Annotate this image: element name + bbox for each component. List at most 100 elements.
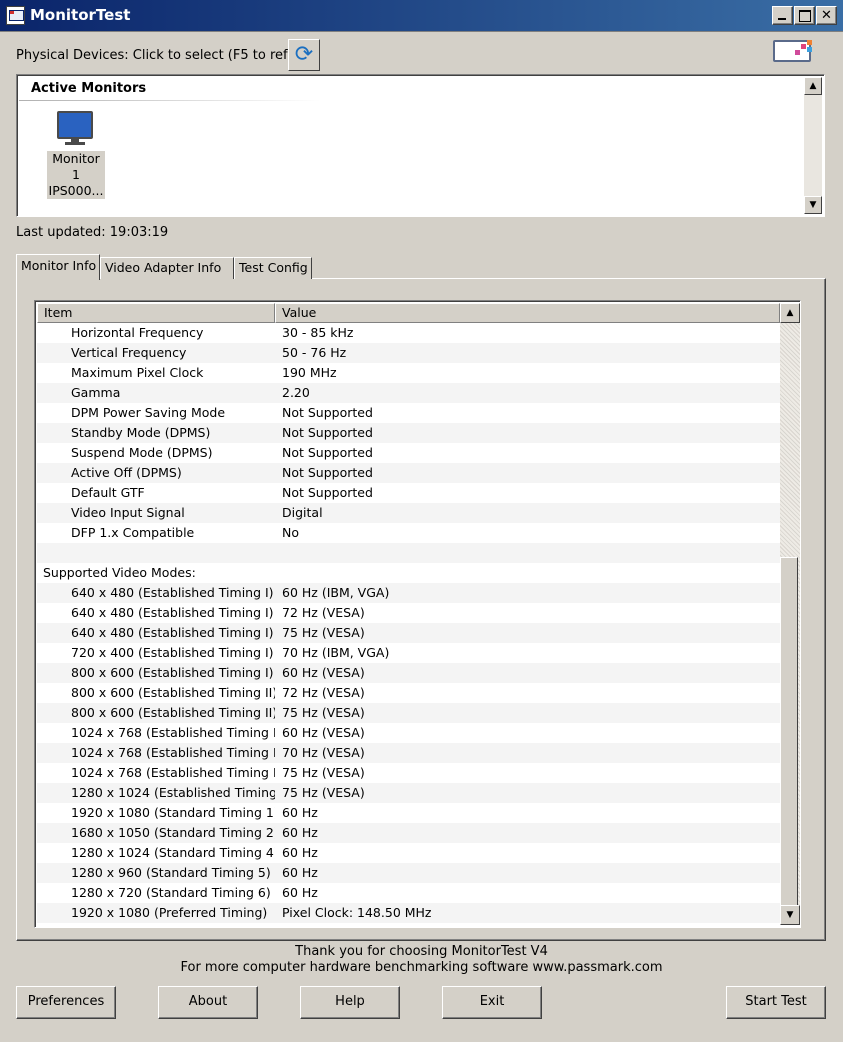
row-item-cell: 1680 x 1050 (Standard Timing 2)	[71, 825, 275, 840]
table-row[interactable]: DFP 1.x Compatible No	[37, 523, 780, 543]
exit-button[interactable]: Exit	[442, 986, 542, 1019]
table-row[interactable]: Standby Mode (DPMS) Not Supported	[37, 423, 780, 443]
row-value-cell: 2.20	[282, 385, 310, 400]
row-item-cell: 1024 x 768 (Established Timing II)	[71, 745, 275, 760]
tab-test-config[interactable]: Test Config	[234, 257, 312, 279]
row-value-cell: Pixel Clock: 148.50 MHz	[282, 905, 432, 920]
table-row[interactable]: 1280 x 720 (Standard Timing 6) 60 Hz	[37, 883, 780, 903]
row-item-cell: 1024 x 768 (Established Timing II)	[71, 765, 275, 780]
scrollbar-thumb[interactable]	[780, 557, 798, 909]
row-value-cell: 60 Hz (IBM, VGA)	[282, 585, 390, 600]
row-value-cell: 60 Hz	[282, 805, 318, 820]
row-item-cell: 1280 x 960 (Standard Timing 5)	[71, 865, 271, 880]
column-header-value[interactable]: Value	[275, 303, 780, 323]
row-item-cell: Gamma	[71, 385, 121, 400]
table-row[interactable]: Supported Video Modes:	[37, 563, 780, 583]
row-value-cell: 75 Hz (VESA)	[282, 625, 365, 640]
preferences-button[interactable]: Preferences	[16, 986, 116, 1019]
table-row[interactable]: Gamma 2.20	[37, 383, 780, 403]
tab-video-adapter-info[interactable]: Video Adapter Info	[100, 257, 234, 279]
table-row[interactable]: Maximum Pixel Clock 190 MHz	[37, 363, 780, 383]
row-value-cell: Not Supported	[282, 465, 373, 480]
row-value-cell: 50 - 76 Hz	[282, 345, 347, 360]
table-row[interactable]: 1024 x 768 (Established Timing II) 75 Hz …	[37, 763, 780, 783]
scroll-up-arrow-icon[interactable]: ▲	[780, 303, 800, 323]
row-item-cell: 800 x 600 (Established Timing I)	[71, 665, 274, 680]
table-row[interactable]: 640 x 480 (Established Timing I) 75 Hz (V…	[37, 623, 780, 643]
row-item-cell: DPM Power Saving Mode	[71, 405, 226, 420]
table-row[interactable]: Video Input Signal Digital	[37, 503, 780, 523]
app-icon	[6, 6, 25, 25]
about-button[interactable]: About	[158, 986, 258, 1019]
scroll-down-arrow-icon[interactable]: ▼	[780, 905, 800, 925]
row-value-cell: Not Supported	[282, 485, 373, 500]
row-value-cell: Not Supported	[282, 425, 373, 440]
table-row[interactable]: 1920 x 1080 (Standard Timing 1) 60 Hz	[37, 803, 780, 823]
table-row[interactable]: 720 x 400 (Established Timing I) 70 Hz (I…	[37, 643, 780, 663]
table-row[interactable]: 640 x 480 (Established Timing I) 60 Hz (I…	[37, 583, 780, 603]
monitor-info-table: Item Value Horizontal Frequency 30 - 85 k…	[34, 300, 801, 928]
table-row[interactable]: DPM Power Saving Mode Not Supported	[37, 403, 780, 423]
help-button[interactable]: Help	[300, 986, 400, 1019]
table-row[interactable]: Suspend Mode (DPMS) Not Supported	[37, 443, 780, 463]
monitors-scrollbar[interactable]: ▲ ▼	[804, 77, 822, 214]
maximize-button[interactable]	[794, 6, 815, 25]
refresh-icon: ⟳	[294, 42, 314, 67]
monitor-model: IPS000...	[48, 183, 104, 198]
minimize-button[interactable]	[772, 6, 793, 25]
title-bar[interactable]: MonitorTest	[0, 0, 843, 32]
column-header-item[interactable]: Item	[37, 303, 275, 323]
table-row[interactable]: 1280 x 960 (Standard Timing 5) 60 Hz	[37, 863, 780, 883]
table-row[interactable]	[37, 543, 780, 563]
monitor-item-1[interactable]: Monitor 1 IPS000...	[47, 109, 105, 199]
row-value-cell: 30 - 85 kHz	[282, 325, 354, 340]
table-row[interactable]: 800 x 600 (Established Timing II) 72 Hz (…	[37, 683, 780, 703]
table-row[interactable]: Vertical Frequency 50 - 76 Hz	[37, 343, 780, 363]
table-row[interactable]: 1024 x 768 (Established Timing II) 70 Hz …	[37, 743, 780, 763]
row-item-cell: Supported Video Modes:	[43, 565, 196, 580]
monitor-icon	[57, 111, 93, 139]
scroll-up-arrow-icon[interactable]: ▲	[804, 77, 822, 95]
row-item-cell: 1280 x 1024 (Established Timing II)	[71, 785, 275, 800]
row-item-cell: 720 x 400 (Established Timing I)	[71, 645, 274, 660]
table-row[interactable]: Default GTF Not Supported	[37, 483, 780, 503]
table-scrollbar[interactable]: ▲ ▼	[780, 303, 800, 925]
active-monitors-header: Active Monitors	[19, 77, 319, 101]
row-item-cell: Default GTF	[71, 485, 145, 500]
close-button[interactable]	[816, 6, 837, 25]
row-value-cell: Digital	[282, 505, 323, 520]
row-item-cell: 640 x 480 (Established Timing I)	[71, 625, 274, 640]
start-test-button[interactable]: Start Test	[726, 986, 826, 1019]
table-row[interactable]: 800 x 600 (Established Timing II) 75 Hz (…	[37, 703, 780, 723]
row-item-cell: 800 x 600 (Established Timing II)	[71, 685, 275, 700]
table-row[interactable]: 1680 x 1050 (Standard Timing 2) 60 Hz	[37, 823, 780, 843]
table-row[interactable]: 640 x 480 (Established Timing I) 72 Hz (V…	[37, 603, 780, 623]
row-item-cell: 640 x 480 (Established Timing I)	[71, 585, 274, 600]
table-row[interactable]: 1024 x 768 (Established Timing II) 60 Hz …	[37, 723, 780, 743]
row-value-cell: 70 Hz (VESA)	[282, 745, 365, 760]
row-item-cell: 800 x 600 (Established Timing II)	[71, 705, 275, 720]
last-updated-text: Last updated: 19:03:19	[16, 225, 169, 240]
row-item-cell: Horizontal Frequency	[71, 325, 204, 340]
table-row[interactable]: 1920 x 1080 (Preferred Timing) Pixel Cloc…	[37, 903, 780, 923]
row-item-cell: Video Input Signal	[71, 505, 185, 520]
refresh-button[interactable]: ⟳	[288, 39, 320, 71]
scroll-down-arrow-icon[interactable]: ▼	[804, 196, 822, 214]
thank-you-text: Thank you for choosing MonitorTest V4	[295, 944, 548, 959]
row-item-cell: 1920 x 1080 (Standard Timing 1)	[71, 805, 275, 820]
table-row[interactable]: Horizontal Frequency 30 - 85 kHz	[37, 323, 780, 343]
active-monitors-panel: Active Monitors Monitor 1 IPS000... ▲ ▼	[16, 74, 825, 217]
row-item-cell: 1024 x 768 (Established Timing II)	[71, 725, 275, 740]
table-row[interactable]: 1280 x 1024 (Established Timing II) 75 Hz…	[37, 783, 780, 803]
row-value-cell: 60 Hz (VESA)	[282, 665, 365, 680]
row-item-cell: 1280 x 720 (Standard Timing 6)	[71, 885, 271, 900]
table-row[interactable]: Active Off (DPMS) Not Supported	[37, 463, 780, 483]
table-row[interactable]: 1280 x 1024 (Standard Timing 4) 60 Hz	[37, 843, 780, 863]
row-value-cell: 60 Hz (VESA)	[282, 725, 365, 740]
table-row[interactable]: 800 x 600 (Established Timing I) 60 Hz (V…	[37, 663, 780, 683]
window-title: MonitorTest	[30, 6, 131, 24]
row-value-cell: 72 Hz (VESA)	[282, 605, 365, 620]
row-value-cell: 75 Hz (VESA)	[282, 785, 365, 800]
tab-monitor-info[interactable]: Monitor Info	[16, 254, 100, 280]
monitor-name: Monitor 1	[52, 151, 100, 182]
